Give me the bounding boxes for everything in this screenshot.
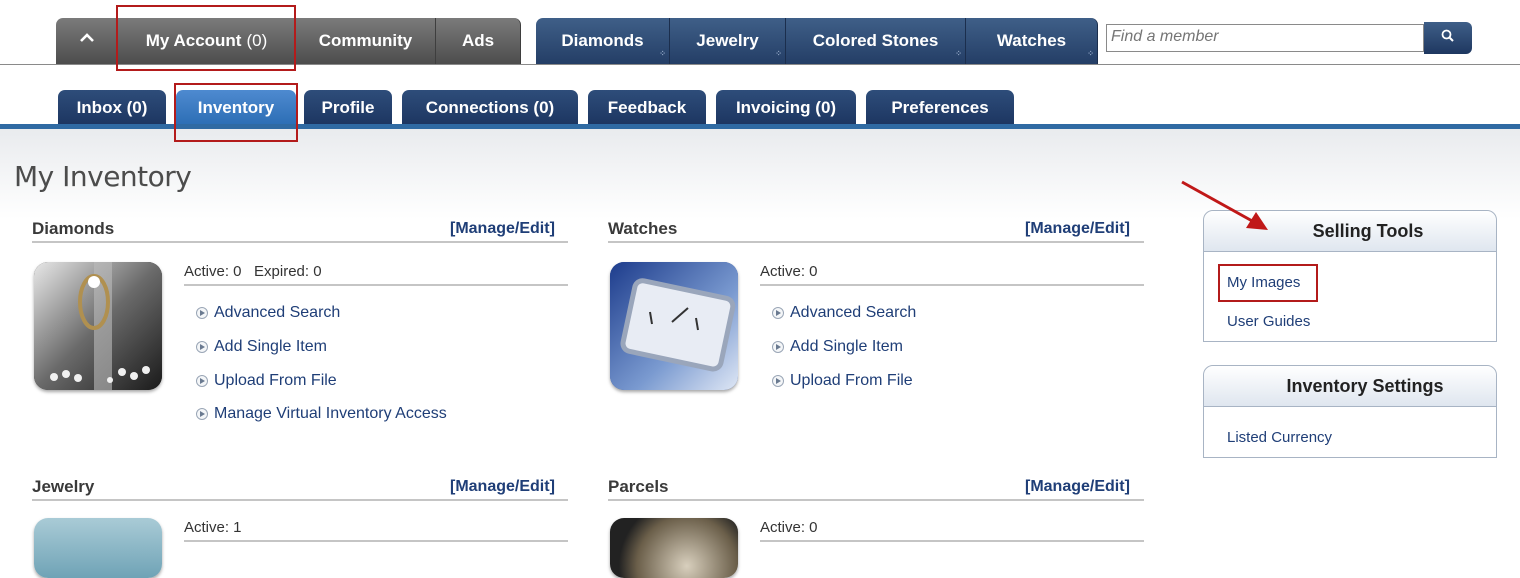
inventory-settings-panel: Inventory Settings Listed Currency (1203, 365, 1497, 458)
watches-tab[interactable]: Watches ⁘ (966, 18, 1098, 64)
grip-icon: ⁘ (775, 49, 782, 58)
arrow-circle-icon (772, 341, 784, 353)
grip-icon: ⁘ (1087, 49, 1094, 58)
colored-stones-tab[interactable]: Colored Stones ⁘ (786, 18, 966, 64)
arrow-circle-icon (772, 375, 784, 387)
jewelry-manage-link[interactable]: [Manage/Edit] (450, 478, 555, 496)
diamonds-add-single-item-link[interactable]: Add Single Item (196, 338, 327, 356)
annotation-arrow-icon (1181, 180, 1268, 230)
watches-upload-from-file-link[interactable]: Upload From File (772, 372, 913, 390)
community-tab[interactable]: Community (296, 18, 436, 64)
my-images-highlight (1218, 264, 1318, 302)
watches-stats: Active: 0 (760, 263, 818, 280)
grip-icon: ⁘ (659, 49, 666, 58)
jewelry-tab-label: Jewelry (696, 31, 759, 50)
section-divider (32, 241, 568, 243)
jewelry-thumbnail (34, 518, 162, 578)
parcels-stats: Active: 0 (760, 519, 818, 536)
inventory-settings-title: Inventory Settings (1204, 366, 1496, 407)
jewelry-section-title: Jewelry (32, 477, 95, 496)
watches-manage-link[interactable]: [Manage/Edit] (1025, 220, 1130, 238)
link-label: Advanced Search (790, 304, 917, 321)
diamonds-thumbnail (34, 262, 162, 390)
watches-thumbnail (610, 262, 738, 390)
inventory-tab-highlight (174, 83, 298, 142)
tab-inbox[interactable]: Inbox (0) (58, 90, 166, 126)
tab-invoicing[interactable]: Invoicing (0) (716, 90, 856, 126)
tab-connections[interactable]: Connections (0) (402, 90, 578, 126)
colored-stones-tab-label: Colored Stones (812, 31, 939, 50)
stats-divider (760, 540, 1144, 542)
link-label: Manage Virtual Inventory Access (214, 405, 447, 422)
parcels-section-title: Parcels (608, 477, 669, 496)
watches-add-single-item-link[interactable]: Add Single Item (772, 338, 903, 356)
diamonds-tab-label: Diamonds (561, 31, 644, 50)
tab-feedback[interactable]: Feedback (588, 90, 706, 126)
jewelry-stats: Active: 1 (184, 519, 242, 536)
grip-icon: ⁘ (955, 49, 962, 58)
ads-tab[interactable]: Ads (436, 18, 521, 64)
member-search-input[interactable] (1111, 28, 1411, 46)
tab-profile[interactable]: Profile (304, 90, 392, 126)
listed-currency-link[interactable]: Listed Currency (1227, 429, 1332, 446)
diamonds-tab[interactable]: Diamonds ⁘ (536, 18, 670, 64)
diamonds-stats: Active: 0 Expired: 0 (184, 263, 322, 280)
home-icon (79, 31, 95, 51)
stats-divider (760, 284, 1144, 286)
home-tab[interactable] (56, 18, 118, 64)
arrow-circle-icon (196, 408, 208, 420)
parcels-manage-link[interactable]: [Manage/Edit] (1025, 478, 1130, 496)
watches-tab-label: Watches (996, 31, 1067, 50)
watches-advanced-search-link[interactable]: Advanced Search (772, 304, 916, 322)
link-label: Add Single Item (790, 338, 903, 355)
diamonds-manage-link[interactable]: [Manage/Edit] (450, 220, 555, 238)
arrow-circle-icon (196, 341, 208, 353)
user-guides-link[interactable]: User Guides (1227, 313, 1310, 330)
arrow-circle-icon (772, 307, 784, 319)
search-icon (1440, 28, 1456, 49)
diamonds-virtual-inventory-link[interactable]: Manage Virtual Inventory Access (196, 405, 447, 423)
tab-preferences[interactable]: Preferences (866, 90, 1014, 126)
stats-divider (184, 284, 568, 286)
arrow-circle-icon (196, 375, 208, 387)
diamonds-section-title: Diamonds (32, 219, 115, 238)
section-divider (608, 241, 1144, 243)
page-title: My Inventory (14, 160, 192, 193)
parcels-thumbnail (610, 518, 738, 578)
section-divider (608, 499, 1144, 501)
link-label: Upload From File (214, 372, 337, 389)
search-button[interactable] (1424, 22, 1472, 54)
link-label: Add Single Item (214, 338, 327, 355)
link-label: Upload From File (790, 372, 913, 389)
section-divider (32, 499, 568, 501)
stats-divider (184, 540, 568, 542)
arrow-circle-icon (196, 307, 208, 319)
diamonds-upload-from-file-link[interactable]: Upload From File (196, 372, 337, 390)
jewelry-tab[interactable]: Jewelry ⁘ (670, 18, 786, 64)
watches-section-title: Watches (608, 219, 678, 238)
my-account-highlight (116, 5, 296, 71)
diamonds-advanced-search-link[interactable]: Advanced Search (196, 304, 340, 322)
link-label: Advanced Search (214, 304, 341, 321)
member-search-box (1106, 24, 1424, 52)
